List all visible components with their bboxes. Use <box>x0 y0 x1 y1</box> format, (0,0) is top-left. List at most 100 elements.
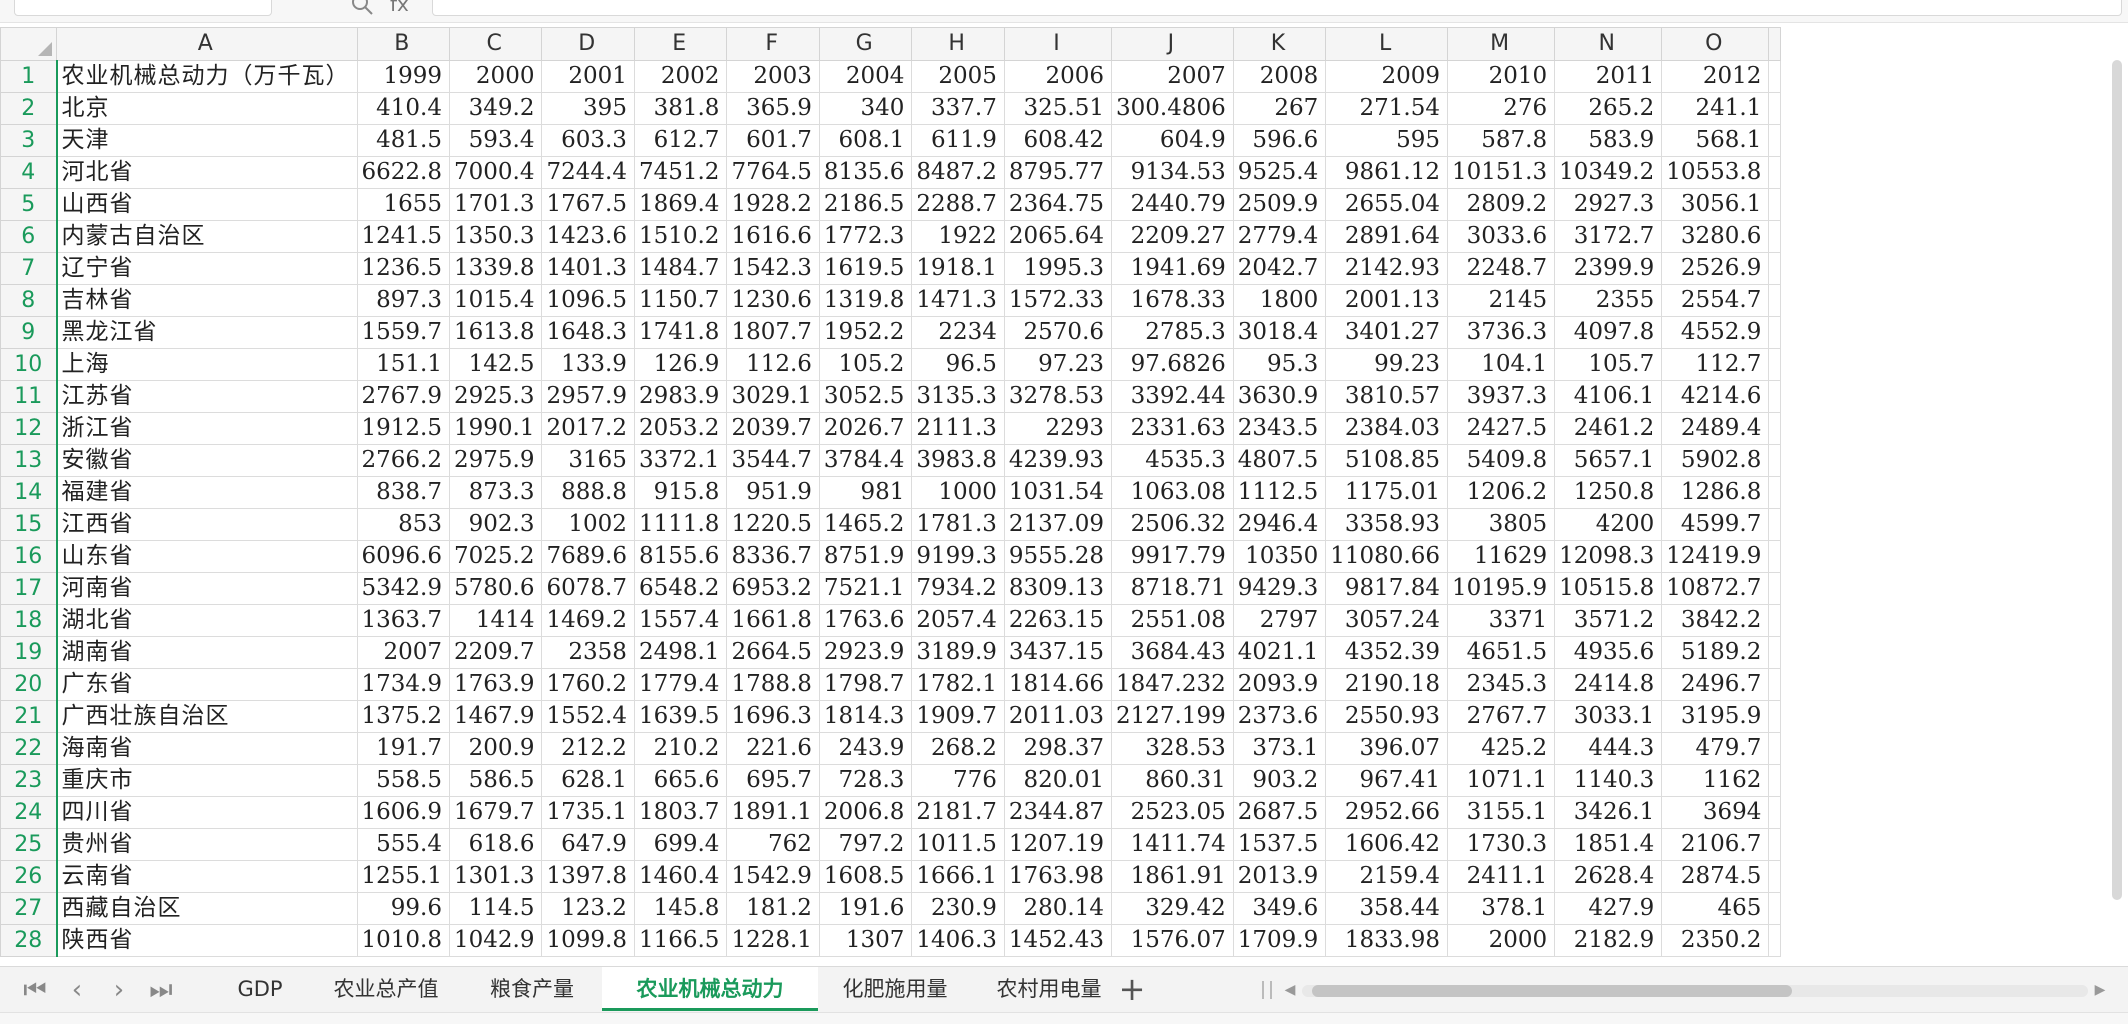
empty-cell[interactable] <box>1768 828 1782 861</box>
value-cell[interactable]: 1734.9 <box>356 668 450 701</box>
value-cell[interactable]: 3172.7 <box>1554 220 1663 253</box>
empty-cell[interactable] <box>1768 508 1782 541</box>
value-cell[interactable]: 365.9 <box>726 92 820 125</box>
value-cell[interactable]: 221.6 <box>726 732 820 765</box>
sheet-tab-agri-output[interactable]: 农业总产值 <box>310 967 462 1011</box>
sheet-tab-gdp[interactable]: GDP <box>210 967 310 1011</box>
row-header[interactable]: 20 <box>0 668 57 701</box>
value-cell[interactable]: 12098.3 <box>1554 540 1663 573</box>
value-cell[interactable]: 3018.4 <box>1232 316 1327 349</box>
value-cell[interactable]: 2874.5 <box>1661 860 1770 893</box>
sheet-tab-rural-electricity[interactable]: 农村用电量 <box>972 967 1126 1011</box>
value-cell[interactable]: 2767.7 <box>1446 700 1556 733</box>
row-header[interactable]: 8 <box>0 284 57 317</box>
value-cell[interactable]: 2012 <box>1661 60 1770 93</box>
value-cell[interactable]: 699.4 <box>633 828 728 861</box>
value-cell[interactable]: 1613.8 <box>448 316 543 349</box>
value-cell[interactable]: 3135.3 <box>911 380 1005 413</box>
value-cell[interactable]: 2952.66 <box>1325 796 1448 829</box>
value-cell[interactable]: 9134.53 <box>1111 156 1234 189</box>
value-cell[interactable]: 481.5 <box>356 124 450 157</box>
spreadsheet-grid[interactable]: ABCDEFGHIJKLMNO 1 农业机械总动力（万千瓦） 1999 2000 200… <box>0 27 2128 965</box>
empty-cell[interactable] <box>1768 540 1782 573</box>
value-cell[interactable]: 2209.27 <box>1111 220 1234 253</box>
value-cell[interactable]: 853 <box>356 508 450 541</box>
value-cell[interactable]: 328.53 <box>1111 732 1234 765</box>
value-cell[interactable]: 444.3 <box>1554 732 1663 765</box>
column-header-j[interactable]: J <box>1111 27 1234 61</box>
sheet-tab-machinery-power[interactable]: 农业机械总动力 <box>602 967 818 1011</box>
value-cell[interactable]: 1912.5 <box>356 412 450 445</box>
region-cell[interactable]: 上海 <box>55 348 358 381</box>
value-cell[interactable]: 2145 <box>1446 284 1556 317</box>
value-cell[interactable]: 2013.9 <box>1232 860 1327 893</box>
value-cell[interactable]: 4535.3 <box>1111 444 1234 477</box>
value-cell[interactable]: 1922 <box>911 220 1005 253</box>
value-cell[interactable]: 888.8 <box>541 476 635 509</box>
value-cell[interactable]: 583.9 <box>1554 124 1663 157</box>
empty-cell[interactable] <box>1768 636 1782 669</box>
region-cell[interactable]: 重庆市 <box>55 764 358 797</box>
column-header-f[interactable]: F <box>726 27 820 61</box>
value-cell[interactable]: 3401.27 <box>1325 316 1448 349</box>
value-cell[interactable]: 410.4 <box>356 92 450 125</box>
value-cell[interactable]: 4097.8 <box>1554 316 1663 349</box>
empty-cell[interactable] <box>1768 764 1782 797</box>
value-cell[interactable]: 97.23 <box>1003 348 1113 381</box>
region-cell[interactable]: 吉林省 <box>55 284 358 317</box>
value-cell[interactable]: 2181.7 <box>911 796 1005 829</box>
value-cell[interactable]: 797.2 <box>818 828 913 861</box>
value-cell[interactable]: 3983.8 <box>911 444 1005 477</box>
region-cell[interactable]: 陕西省 <box>55 924 358 957</box>
value-cell[interactable]: 1220.5 <box>726 508 820 541</box>
value-cell[interactable]: 325.51 <box>1003 92 1113 125</box>
value-cell[interactable]: 1469.2 <box>541 604 635 637</box>
value-cell[interactable]: 1537.5 <box>1232 828 1327 861</box>
value-cell[interactable]: 2093.9 <box>1232 668 1327 701</box>
value-cell[interactable]: 4935.6 <box>1554 636 1663 669</box>
value-cell[interactable]: 915.8 <box>633 476 728 509</box>
value-cell[interactable]: 2554.7 <box>1661 284 1770 317</box>
value-cell[interactable]: 7521.1 <box>818 572 913 605</box>
value-cell[interactable]: 1661.8 <box>726 604 820 637</box>
value-cell[interactable]: 479.7 <box>1661 732 1770 765</box>
value-cell[interactable]: 2779.4 <box>1232 220 1327 253</box>
value-cell[interactable]: 1071.1 <box>1446 764 1556 797</box>
value-cell[interactable]: 2182.9 <box>1554 924 1663 957</box>
value-cell[interactable]: 3937.3 <box>1446 380 1556 413</box>
value-cell[interactable]: 1767.5 <box>541 188 635 221</box>
value-cell[interactable]: 9917.79 <box>1111 540 1234 573</box>
empty-cell[interactable] <box>1768 188 1782 221</box>
region-cell[interactable]: 黑龙江省 <box>55 316 358 349</box>
value-cell[interactable]: 1847.232 <box>1111 668 1234 701</box>
value-cell[interactable]: 1401.3 <box>541 252 635 285</box>
value-cell[interactable]: 2923.9 <box>818 636 913 669</box>
row-header[interactable]: 23 <box>0 764 57 797</box>
value-cell[interactable]: 2142.93 <box>1325 252 1448 285</box>
value-cell[interactable]: 2496.7 <box>1661 668 1770 701</box>
value-cell[interactable]: 3392.44 <box>1111 380 1234 413</box>
column-header-m[interactable]: M <box>1446 27 1556 61</box>
value-cell[interactable]: 1542.3 <box>726 252 820 285</box>
value-cell[interactable]: 2440.79 <box>1111 188 1234 221</box>
value-cell[interactable]: 4239.93 <box>1003 444 1113 477</box>
value-cell[interactable]: 1701.3 <box>448 188 543 221</box>
value-cell[interactable]: 2925.3 <box>448 380 543 413</box>
value-cell[interactable]: 903.2 <box>1232 764 1327 797</box>
value-cell[interactable]: 3280.6 <box>1661 220 1770 253</box>
value-cell[interactable]: 2006 <box>1003 60 1113 93</box>
value-cell[interactable]: 1207.19 <box>1003 828 1113 861</box>
value-cell[interactable]: 105.2 <box>818 348 913 381</box>
value-cell[interactable]: 4651.5 <box>1446 636 1556 669</box>
value-cell[interactable]: 1800 <box>1232 284 1327 317</box>
empty-cell[interactable] <box>1768 348 1782 381</box>
value-cell[interactable]: 1423.6 <box>541 220 635 253</box>
row-header[interactable]: 19 <box>0 636 57 669</box>
value-cell[interactable]: 1639.5 <box>633 700 728 733</box>
value-cell[interactable]: 1011.5 <box>911 828 1005 861</box>
value-cell[interactable]: 2011 <box>1554 60 1663 93</box>
value-cell[interactable]: 6548.2 <box>633 572 728 605</box>
region-cell[interactable]: 农业机械总动力（万千瓦） <box>55 60 358 93</box>
value-cell[interactable]: 2000 <box>448 60 543 93</box>
value-cell[interactable]: 2288.7 <box>911 188 1005 221</box>
